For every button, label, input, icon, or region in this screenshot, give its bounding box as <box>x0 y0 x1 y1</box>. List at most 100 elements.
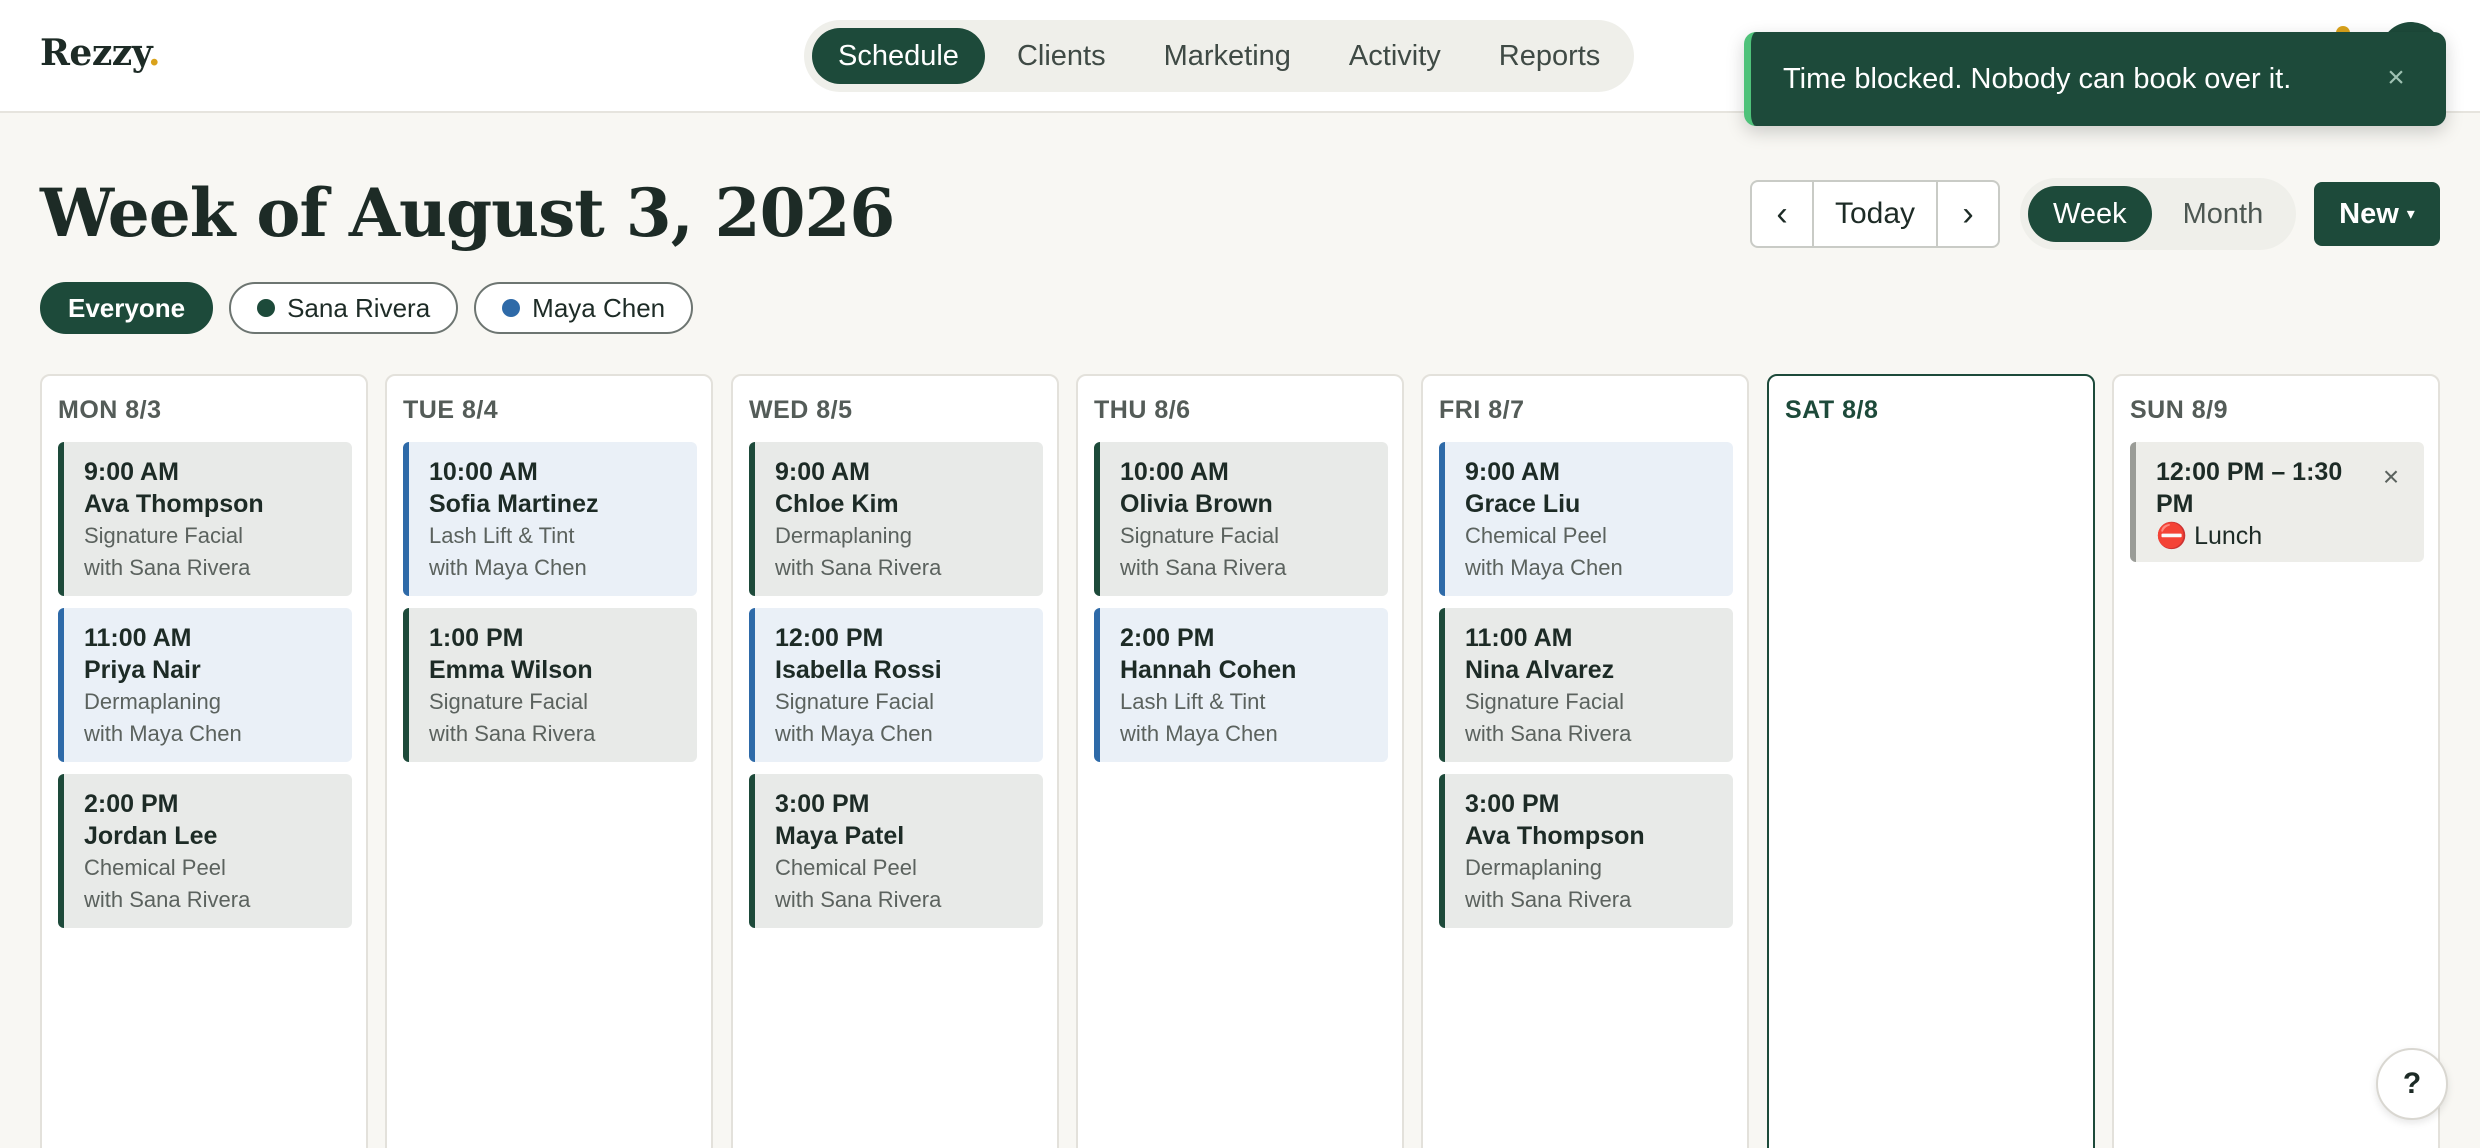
appointment-time: 10:00 AM <box>429 458 538 486</box>
appointment-time: 9:00 AM <box>775 458 870 486</box>
appointment-time: 2:00 PM <box>84 790 179 818</box>
appointment-staff: with Sana Rivera <box>429 721 596 746</box>
day-column-mon: MON 8/3 9:00 AM Ava Thompson Signature Faci… <box>40 374 368 1148</box>
appointment-time: 9:00 AM <box>84 458 179 486</box>
close-icon[interactable]: × <box>2376 58 2416 98</box>
day-column-fri: FRI 8/7 9:00 AM Grace Liu Chemical Peel with… <box>1421 374 1749 1148</box>
appointment-card[interactable]: 3:00 PM Maya Patel Chemical Peel with Sana … <box>749 774 1043 928</box>
appointment-card[interactable]: 1:00 PM Emma Wilson Signature Facial with S… <box>403 608 697 762</box>
nav-tab-schedule[interactable]: Schedule <box>812 28 985 84</box>
appointment-service: Chemical Peel <box>84 855 226 880</box>
day-label: SAT 8/8 <box>1785 396 1879 424</box>
day-label: SUN 8/9 <box>2130 396 2228 424</box>
day-column-sat: SAT 8/8 <box>1767 374 2095 1148</box>
page-title: Week of August 3, 2026 <box>40 174 895 252</box>
day-label: THU 8/6 <box>1094 396 1191 424</box>
appointment-service: Dermaplaning <box>1465 855 1602 880</box>
filter-chip-sana-rivera[interactable]: Sana Rivera <box>229 282 459 334</box>
filter-chip-maya-chen[interactable]: Maya Chen <box>474 282 694 334</box>
toast-notification: Time blocked. Nobody can book over it. × <box>1744 32 2446 126</box>
appointment-card[interactable]: 2:00 PM Hannah Cohen Lash Lift & Tint with … <box>1094 608 1388 762</box>
appointment-service: Signature Facial <box>775 689 934 714</box>
appointment-client: Chloe Kim <box>775 490 899 518</box>
appointment-staff: with Sana Rivera <box>84 555 251 580</box>
appointment-client: Olivia Brown <box>1120 490 1273 518</box>
week-calendar: MON 8/3 9:00 AM Ava Thompson Signature Faci… <box>40 374 2440 1148</box>
appointment-client: Hannah Cohen <box>1120 656 1297 684</box>
appointment-time: 1:00 PM <box>429 624 524 652</box>
appointment-client: Emma Wilson <box>429 656 593 684</box>
logo[interactable]: Rezzy. <box>40 32 161 74</box>
nav-tab-marketing[interactable]: Marketing <box>1138 28 1317 84</box>
new-button-label: New <box>2339 197 2399 230</box>
filter-chip-label: Sana Rivera <box>287 292 431 323</box>
view-toggle: Week Month <box>2020 178 2297 250</box>
appointment-card[interactable]: 9:00 AM Grace Liu Chemical Peel with Maya C… <box>1439 442 1733 596</box>
nav-tab-activity[interactable]: Activity <box>1323 28 1467 84</box>
appointment-time: 3:00 PM <box>775 790 870 818</box>
main-nav: Schedule Clients Marketing Activity Reports <box>804 20 1635 92</box>
staff-filters: Everyone Sana Rivera Maya Chen <box>40 282 694 334</box>
today-button[interactable]: Today <box>1812 182 1938 246</box>
appointment-staff: with Sana Rivera <box>84 887 251 912</box>
appointment-staff: with Sana Rivera <box>1465 887 1632 912</box>
staff-color-dot <box>257 299 276 317</box>
day-label: WED 8/5 <box>749 396 853 424</box>
appointment-service: Dermaplaning <box>775 523 912 548</box>
view-week-button[interactable]: Week <box>2028 186 2152 242</box>
appointment-time: 12:00 PM <box>775 624 884 652</box>
appointment-service: Signature Facial <box>1465 689 1624 714</box>
appointment-client: Maya Patel <box>775 822 905 850</box>
toast-message: Time blocked. Nobody can book over it. <box>1783 62 2292 95</box>
appointment-client: Jordan Lee <box>84 822 218 850</box>
day-column-wed: WED 8/5 9:00 AM Chloe Kim Dermaplaning with … <box>731 374 1059 1148</box>
help-button[interactable]: ? <box>2376 1048 2448 1120</box>
appointment-staff: with Sana Rivera <box>775 887 942 912</box>
appointment-time: 10:00 AM <box>1120 458 1229 486</box>
filter-chip-label: Everyone <box>68 292 186 323</box>
appointment-staff: with Maya Chen <box>429 555 587 580</box>
appointment-card[interactable]: 2:00 PM Jordan Lee Chemical Peel with Sana … <box>58 774 352 928</box>
appointment-card[interactable]: 11:00 AM Priya Nair Dermaplaning with Maya … <box>58 608 352 762</box>
close-icon[interactable]: × <box>2374 460 2408 494</box>
week-pager: ‹ Today › <box>1750 180 2000 248</box>
appointment-time: 11:00 AM <box>1465 624 1573 652</box>
appointment-staff: with Maya Chen <box>1120 721 1278 746</box>
appointment-card[interactable]: 11:00 AM Nina Alvarez Signature Facial with… <box>1439 608 1733 762</box>
day-column-tue: TUE 8/4 10:00 AM Sofia Martinez Lash Lift &… <box>385 374 713 1148</box>
logo-text: Rezzy <box>40 32 149 74</box>
appointment-card[interactable]: 9:00 AM Chloe Kim Dermaplaning with Sana Ri… <box>749 442 1043 596</box>
appointment-card[interactable]: 3:00 PM Ava Thompson Dermaplaning with Sana… <box>1439 774 1733 928</box>
appointment-client: Nina Alvarez <box>1465 656 1615 684</box>
appointment-service: Chemical Peel <box>775 855 917 880</box>
new-button[interactable]: New ▾ <box>2314 182 2440 246</box>
appointment-time: 2:00 PM <box>1120 624 1215 652</box>
logo-dot: . <box>148 32 161 74</box>
appointment-service: Lash Lift & Tint <box>429 523 575 548</box>
appointment-card[interactable]: 10:00 AM Olivia Brown Signature Facial with… <box>1094 442 1388 596</box>
appointment-staff: with Sana Rivera <box>1465 721 1632 746</box>
next-week-button[interactable]: › <box>1938 182 1998 246</box>
appointment-client: Ava Thompson <box>84 490 264 518</box>
appointment-card[interactable]: 10:00 AM Sofia Martinez Lash Lift & Tint wi… <box>403 442 697 596</box>
appointment-client: Ava Thompson <box>1465 822 1645 850</box>
day-label: FRI 8/7 <box>1439 396 1525 424</box>
view-month-button[interactable]: Month <box>2158 186 2289 242</box>
nav-tab-reports[interactable]: Reports <box>1473 28 1627 84</box>
filter-chip-label: Maya Chen <box>532 292 666 323</box>
appointment-client: Isabella Rossi <box>775 656 942 684</box>
day-column-sun: SUN 8/9 12:00 PM – 1:30 PM ⛔ Lunch × <box>2112 374 2440 1148</box>
day-label: MON 8/3 <box>58 396 162 424</box>
appointment-card[interactable]: 12:00 PM Isabella Rossi Signature Facial wi… <box>749 608 1043 762</box>
appointment-staff: with Maya Chen <box>84 721 242 746</box>
appointment-service: Chemical Peel <box>1465 523 1607 548</box>
day-label: TUE 8/4 <box>403 396 499 424</box>
appointment-client: Sofia Martinez <box>429 490 599 518</box>
appointment-card[interactable]: 9:00 AM Ava Thompson Signature Facial with … <box>58 442 352 596</box>
blocked-time-card[interactable]: 12:00 PM – 1:30 PM ⛔ Lunch × <box>2130 442 2424 562</box>
chevron-down-icon: ▾ <box>2406 206 2415 223</box>
nav-tab-clients[interactable]: Clients <box>991 28 1132 84</box>
prev-week-button[interactable]: ‹ <box>1752 182 1812 246</box>
appointment-client: Grace Liu <box>1465 490 1581 518</box>
filter-chip-everyone[interactable]: Everyone <box>40 282 214 334</box>
